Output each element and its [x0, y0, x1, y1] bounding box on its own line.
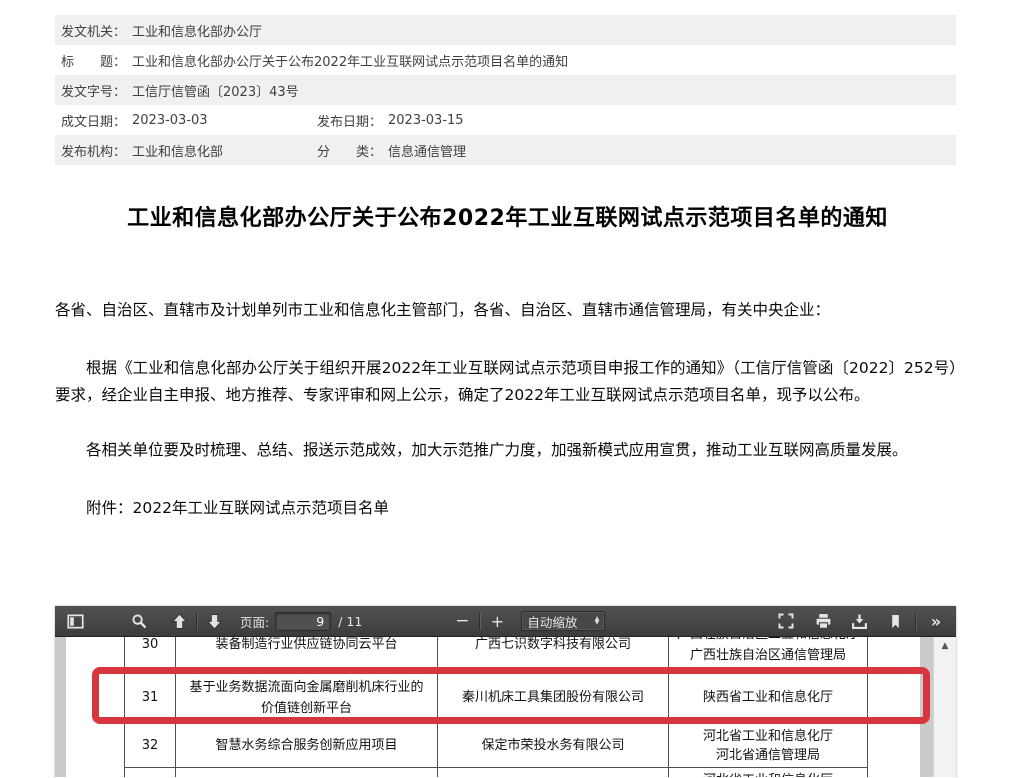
cell-row-number — [125, 768, 176, 777]
select-arrows-icon: ▲▼ — [595, 617, 600, 625]
table-row: 32 智慧水务综合服务创新应用项目 保定市荣投水务有限公司 河北省工业和信息化厅… — [125, 724, 868, 768]
project-list-table: 30 装备制造行业供应链协同云平台 广西七识数字科技有限公司 广西壮族自治区工业… — [124, 637, 868, 777]
arrow-up-icon — [171, 613, 188, 630]
download-icon — [851, 613, 868, 630]
department-line: 河北省工业和信息化厅 — [703, 727, 833, 746]
page-total: / 11 — [338, 614, 362, 629]
paragraph-salutation: 各省、自治区、直辖市及计划单列市工业和信息化主管部门，各省、自治区、直辖市通信管… — [55, 297, 957, 324]
cell-department: 河北省工业和信息化厅 — [669, 768, 868, 777]
paragraph-basis: 根据《工业和信息化部办公厅关于组织开展2022年工业互联网试点示范项目申报工作的… — [55, 355, 957, 409]
document-body: 各省、自治区、直辖市及计划单列市工业和信息化主管部门，各省、自治区、直辖市通信管… — [55, 297, 957, 522]
meta-pair-agency: 发布机构： 工业和信息化部 — [61, 141, 317, 160]
meta-value: 2023-03-03 — [132, 113, 208, 128]
search-button[interactable] — [127, 609, 151, 633]
toolbar-divider — [915, 613, 916, 630]
sidebar-toggle-button[interactable] — [63, 609, 87, 633]
cell-department: 陕西省工业和信息化厅 — [669, 672, 868, 723]
paragraph-attachment: 附件：2022年工业互联网试点示范项目名单 — [55, 495, 957, 522]
meta-row-issuer: 发文机关： 工业和信息化部办公厅 — [55, 15, 956, 45]
meta-label: 分 类： — [317, 141, 382, 160]
table-row: 30 装备制造行业供应链协同云平台 广西七识数字科技有限公司 广西壮族自治区工业… — [125, 637, 868, 672]
cell-project-name: 智慧水务综合服务创新应用项目 — [176, 724, 438, 767]
pdf-page: 30 装备制造行业供应链协同云平台 广西七识数字科技有限公司 广西壮族自治区工业… — [66, 637, 920, 777]
meta-value: 工信厅信管函〔2023〕43号 — [132, 81, 299, 100]
table-row-highlighted: 31 基于业务数据流面向金属磨削机床行业的价值链创新平台 秦川机床工具集团股份有… — [125, 672, 868, 724]
pdf-scrollbar[interactable]: ▲ — [933, 637, 956, 777]
meta-row-dates: 成文日期： 2023-03-03 发布日期： 2023-03-15 — [55, 105, 956, 135]
bookmark-icon — [888, 614, 903, 629]
meta-row-doc-number: 发文字号： 工信厅信管函〔2023〕43号 — [55, 75, 956, 105]
page-title: 工业和信息化部办公厅关于公布2022年工业互联网试点示范项目名单的通知 — [55, 200, 960, 232]
zoom-out-button[interactable]: − — [450, 609, 474, 633]
cell-company-name: 秦川机床工具集团股份有限公司 — [438, 672, 669, 723]
pdf-toolbar: 页面: / 11 − + 自动缩放 ▲▼ — [55, 606, 956, 637]
meta-pair-written-date: 成文日期： 2023-03-03 — [61, 111, 317, 130]
meta-label: 发文字号： — [61, 81, 126, 100]
department-line: 广西壮族自治区通信管理局 — [690, 645, 846, 666]
meta-value: 工业和信息化部办公厅关于公布2022年工业互联网试点示范项目名单的通知 — [132, 51, 568, 70]
next-page-button[interactable] — [202, 609, 226, 633]
scroll-up-arrow-icon[interactable]: ▲ — [934, 641, 956, 651]
department-line: 陕西省工业和信息化厅 — [703, 687, 833, 708]
presentation-mode-button[interactable] — [774, 609, 798, 633]
meta-row-agency-category: 发布机构： 工业和信息化部 分 类： 信息通信管理 — [55, 135, 956, 165]
meta-value: 2023-03-15 — [388, 113, 464, 128]
cell-project-name: 装备制造行业供应链协同云平台 — [176, 637, 438, 671]
toolbar-divider — [196, 613, 197, 630]
cell-department: 河北省工业和信息化厅 河北省通信管理局 — [669, 724, 868, 767]
print-button[interactable] — [811, 609, 835, 633]
meta-value: 信息通信管理 — [388, 141, 466, 160]
cell-project-name: 基于业务数据流面向金属磨削机床行业的价值链创新平台 — [176, 672, 438, 723]
bookmark-button[interactable] — [883, 609, 907, 633]
cell-department: 广西壮族自治区工业和信息化厅 广西壮族自治区通信管理局 — [669, 637, 868, 671]
cell-row-number: 31 — [125, 672, 176, 723]
meta-label: 发文机关： — [61, 21, 126, 40]
meta-pair-category: 分 类： 信息通信管理 — [317, 141, 466, 160]
toolbar-right-group: » — [774, 609, 948, 633]
document-metadata: 发文机关： 工业和信息化部办公厅 标 题： 工业和信息化部办公厅关于公布2022… — [55, 15, 956, 165]
cell-row-number: 32 — [125, 724, 176, 767]
search-icon — [131, 613, 147, 629]
department-line: 广西壮族自治区工业和信息化厅 — [677, 637, 859, 645]
cell-company-name: 保定市荣投水务有限公司 — [438, 724, 669, 767]
arrow-down-icon — [206, 613, 223, 630]
paragraph-requirements: 各相关单位要及时梳理、总结、报送示范成效，加大示范推广力度，加强新模式应用宣贯，… — [55, 437, 957, 464]
meta-value: 工业和信息化部办公厅 — [132, 21, 262, 40]
page-number-input[interactable] — [275, 612, 331, 631]
cell-project-name — [176, 768, 438, 777]
printer-icon — [815, 613, 832, 630]
zoom-level-value: 自动缩放 — [527, 612, 577, 631]
meta-pair-publish-date: 发布日期： 2023-03-15 — [317, 111, 464, 130]
fullscreen-icon — [778, 613, 794, 629]
meta-label: 发布日期： — [317, 111, 382, 130]
meta-label: 发布机构： — [61, 141, 126, 160]
cell-row-number: 30 — [125, 637, 176, 671]
download-button[interactable] — [847, 609, 871, 633]
meta-label: 标 题： — [61, 51, 126, 70]
pdf-viewer: 页面: / 11 − + 自动缩放 ▲▼ — [55, 606, 956, 778]
department-line: 河北省工业和信息化厅 — [703, 770, 833, 777]
previous-page-button[interactable] — [167, 609, 191, 633]
meta-label: 成文日期： — [61, 111, 126, 130]
cell-company-name — [438, 768, 669, 777]
zoom-in-button[interactable]: + — [485, 609, 509, 633]
cell-company-name: 广西七识数字科技有限公司 — [438, 637, 669, 671]
toolbar-divider — [479, 613, 480, 630]
pdf-content-area[interactable]: 30 装备制造行业供应链协同云平台 广西七识数字科技有限公司 广西壮族自治区工业… — [55, 637, 956, 777]
table-row-partial: 河北省工业和信息化厅 — [125, 768, 868, 777]
meta-value: 工业和信息化部 — [132, 141, 223, 160]
zoom-level-select[interactable]: 自动缩放 ▲▼ — [521, 611, 605, 631]
meta-row-title: 标 题： 工业和信息化部办公厅关于公布2022年工业互联网试点示范项目名单的通知 — [55, 45, 956, 75]
zoom-controls: − + 自动缩放 ▲▼ — [450, 609, 605, 633]
more-tools-button[interactable]: » — [924, 609, 948, 633]
department-line: 河北省通信管理局 — [716, 746, 820, 765]
sidebar-toggle-icon — [67, 613, 84, 630]
page-number-label: 页面: — [240, 612, 269, 631]
